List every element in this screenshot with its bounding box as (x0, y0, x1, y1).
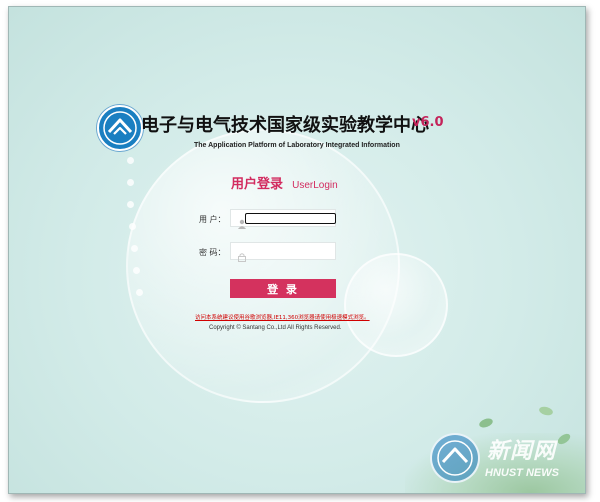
watermark-logo-icon (430, 433, 480, 483)
university-emblem-icon (97, 105, 143, 151)
decorative-bubble-large (126, 129, 400, 403)
login-page: 电子与电气技术国家级实验教学中心 v6.0 The Application Pl… (8, 6, 586, 494)
leaf-decoration (478, 416, 494, 430)
login-heading-cn: 用户登录 (231, 177, 284, 192)
watermark-title: 新闻网 (487, 439, 557, 464)
page-subtitle: The Application Platform of Laboratory I… (194, 142, 400, 149)
lock-icon (237, 247, 247, 262)
username-label: 用 户： (199, 215, 226, 224)
password-input[interactable] (251, 245, 331, 257)
login-heading: 用户登录 UserLogin (231, 173, 338, 192)
browser-notice-link[interactable]: 访问本系统建议使用谷歌浏览器,IE11,360浏览器请使用极速模式浏览。 (195, 313, 370, 321)
leaf-decoration (538, 405, 554, 417)
watermark-subtitle: HNUST NEWS (485, 467, 559, 479)
password-field[interactable] (230, 242, 336, 262)
username-input[interactable] (245, 213, 336, 224)
password-label: 密 码： (199, 248, 226, 257)
decorative-dots (127, 157, 143, 317)
login-heading-en: UserLogin (292, 180, 338, 191)
copyright-text: Copyright © Santang Co.,Ltd All Rights R… (209, 325, 342, 331)
page-title: 电子与电气技术国家级实验教学中心 (141, 115, 429, 136)
username-field[interactable] (230, 209, 336, 229)
version-label: v6.0 (412, 115, 444, 130)
login-button[interactable]: 登 录 (230, 279, 336, 298)
decorative-bubble-small (344, 253, 448, 357)
